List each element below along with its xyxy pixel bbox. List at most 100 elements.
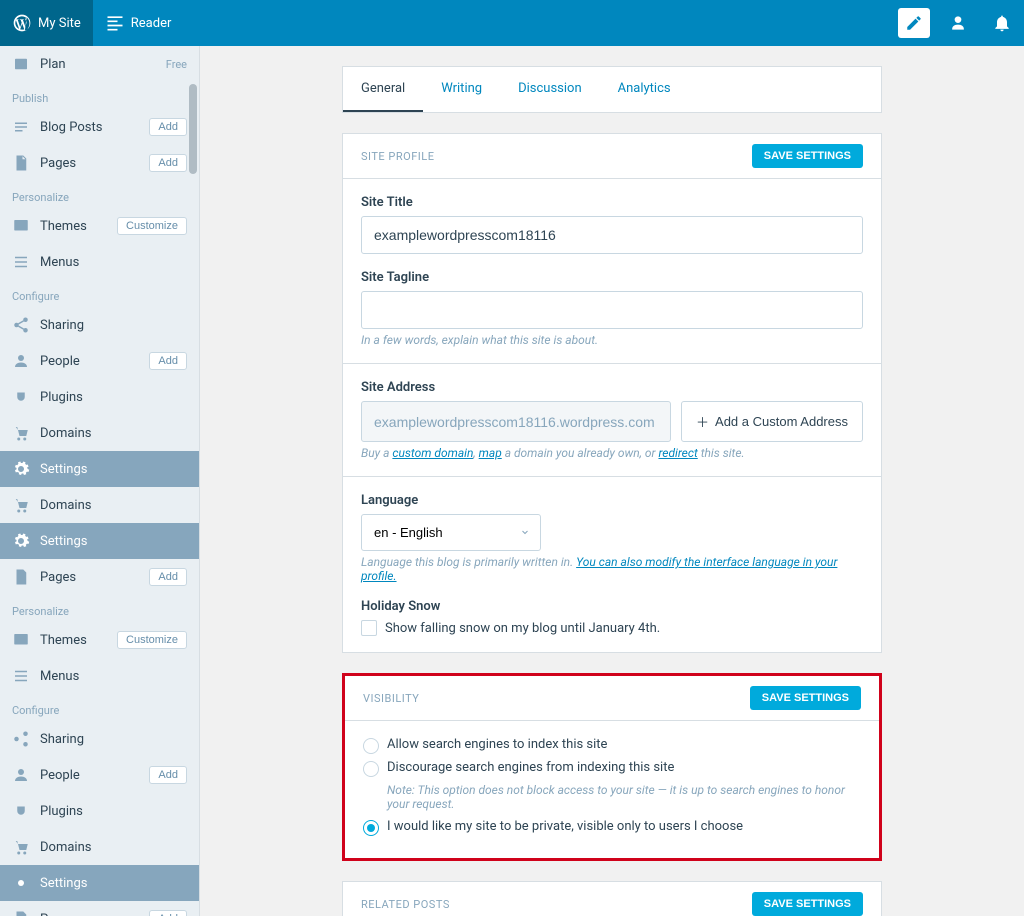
sidebar-themes[interactable]: Themes Customize	[0, 208, 199, 244]
themes-icon	[12, 631, 30, 649]
redirect-link[interactable]: redirect	[658, 446, 697, 460]
site-tagline-label: Site Tagline	[361, 270, 863, 285]
add-page-button-3[interactable]: Add	[149, 910, 187, 916]
main-content: General Writing Discussion Analytics Sit…	[200, 46, 1024, 916]
plugins-icon	[12, 802, 30, 820]
menus-icon	[12, 253, 30, 271]
menus-icon	[12, 667, 30, 685]
sidebar-pages-label-2: Pages	[40, 570, 139, 585]
sidebar-pages[interactable]: Pages Add	[0, 145, 199, 181]
site-title-input[interactable]	[361, 216, 863, 254]
save-profile-button[interactable]: Save Settings	[752, 144, 863, 168]
sidebar-domains-label: Domains	[40, 426, 187, 441]
site-address-help: Buy a custom domain, map a domain you al…	[361, 446, 863, 460]
tab-analytics[interactable]: Analytics	[600, 67, 689, 112]
customize-button-2[interactable]: Customize	[117, 631, 187, 649]
sidebar-settings-label: Settings	[40, 462, 187, 477]
gear-icon	[12, 532, 30, 550]
sidebar-menus-2[interactable]: Menus	[0, 658, 199, 694]
sidebar-blogposts-label: Blog Posts	[40, 120, 139, 135]
sidebar-domains-3[interactable]: Domains	[0, 829, 199, 865]
compose-button[interactable]	[898, 8, 930, 38]
sidebar-settings[interactable]: Settings	[0, 451, 199, 487]
sidebar-sharing[interactable]: Sharing	[0, 307, 199, 343]
sidebar-blogposts[interactable]: Blog Posts Add	[0, 109, 199, 145]
sidebar-domains[interactable]: Domains	[0, 415, 199, 451]
sidebar-plan-label: Plan	[40, 57, 156, 72]
save-visibility-button[interactable]: Save Settings	[750, 686, 861, 710]
sidebar-domains-label-2: Domains	[40, 498, 187, 513]
sidebar-pages-2[interactable]: Pages Add	[0, 559, 199, 595]
user-icon	[948, 13, 968, 33]
masterbar-mysite[interactable]: My Site	[0, 0, 93, 46]
sidebar-menus-label: Menus	[40, 255, 187, 270]
site-profile-card-1: Site Title Site Tagline In a few words, …	[342, 178, 882, 364]
sidebar-pages-label-3: Pages	[40, 912, 139, 916]
site-profile-card-3: Language en - English Language this blog…	[342, 477, 882, 653]
language-select[interactable]: en - English	[361, 514, 541, 551]
plan-icon	[12, 55, 30, 73]
add-post-button[interactable]: Add	[149, 118, 187, 136]
visibility-section-highlighted: Visibility Save Settings Allow search en…	[342, 673, 882, 861]
people-icon	[12, 352, 30, 370]
sidebar-people-2[interactable]: People Add	[0, 757, 199, 793]
sidebar-sharing-2[interactable]: Sharing	[0, 721, 199, 757]
add-people-button[interactable]: Add	[149, 352, 187, 370]
holiday-snow-label: Holiday Snow	[361, 599, 863, 614]
themes-icon	[12, 217, 30, 235]
sidebar-pages-3[interactable]: Pages Add	[0, 901, 199, 916]
share-icon	[12, 730, 30, 748]
sidebar-settings-3[interactable]: Settings	[0, 865, 199, 901]
masterbar-reader[interactable]: Reader	[93, 0, 184, 46]
save-related-button[interactable]: Save Settings	[752, 892, 863, 916]
visibility-note: Note: This option does not block access …	[387, 783, 861, 811]
custom-domain-link[interactable]: custom domain	[392, 446, 473, 460]
sidebar-plan[interactable]: Plan Free	[0, 46, 199, 82]
avatar[interactable]	[936, 0, 980, 46]
visibility-title: Visibility	[363, 692, 419, 705]
people-icon	[12, 766, 30, 784]
posts-icon	[12, 118, 30, 136]
visibility-private-label: I would like my site to be private, visi…	[387, 819, 743, 834]
notifications[interactable]	[980, 0, 1024, 46]
add-custom-address-button[interactable]: ＋ Add a Custom Address	[681, 401, 863, 442]
sidebar-plan-badge: Free	[166, 58, 187, 71]
visibility-discourage-radio[interactable]	[363, 761, 379, 777]
tab-writing[interactable]: Writing	[423, 67, 500, 112]
plus-icon: ＋	[696, 412, 709, 431]
bell-icon	[992, 13, 1012, 33]
related-posts-header: Related Posts Save Settings	[342, 881, 882, 916]
site-profile-card-2: Site Address ＋Add a Custom Address Buy a…	[342, 364, 882, 477]
visibility-allow-radio[interactable]	[363, 738, 379, 754]
domains-icon	[12, 496, 30, 514]
tab-discussion[interactable]: Discussion	[500, 67, 600, 112]
add-page-button-2[interactable]: Add	[149, 568, 187, 586]
sidebar-settings-2[interactable]: Settings	[0, 523, 199, 559]
tab-general[interactable]: General	[343, 67, 423, 112]
sidebar-plugins-label-2: Plugins	[40, 804, 187, 819]
sidebar-settings-label-2: Settings	[40, 534, 187, 549]
visibility-private-radio[interactable]	[363, 820, 379, 836]
visibility-header: Visibility Save Settings	[345, 676, 879, 721]
sidebar-plugins-2[interactable]: Plugins	[0, 793, 199, 829]
sidebar-menus-label-2: Menus	[40, 669, 187, 684]
sidebar-settings-label-3: Settings	[40, 876, 187, 891]
sidebar-domains-2[interactable]: Domains	[0, 487, 199, 523]
site-tagline-input[interactable]	[361, 291, 863, 329]
sidebar-people[interactable]: People Add	[0, 343, 199, 379]
holiday-snow-checkbox[interactable]	[361, 620, 377, 636]
sidebar-scrollbar[interactable]	[187, 46, 199, 916]
share-icon	[12, 316, 30, 334]
add-page-button[interactable]: Add	[149, 154, 187, 172]
sidebar-themes-2[interactable]: Themes Customize	[0, 622, 199, 658]
visibility-discourage-label: Discourage search engines from indexing …	[387, 760, 674, 775]
customize-button[interactable]: Customize	[117, 217, 187, 235]
sidebar: Plan Free Publish Blog Posts Add Pages A…	[0, 46, 200, 916]
sidebar-menus[interactable]: Menus	[0, 244, 199, 280]
add-custom-address-label: Add a Custom Address	[715, 414, 848, 429]
sidebar-plugins[interactable]: Plugins	[0, 379, 199, 415]
gear-icon	[12, 874, 30, 892]
sidebar-heading-personalize-2: Personalize	[0, 595, 199, 622]
map-domain-link[interactable]: map	[479, 446, 502, 460]
add-people-button-2[interactable]: Add	[149, 766, 187, 784]
